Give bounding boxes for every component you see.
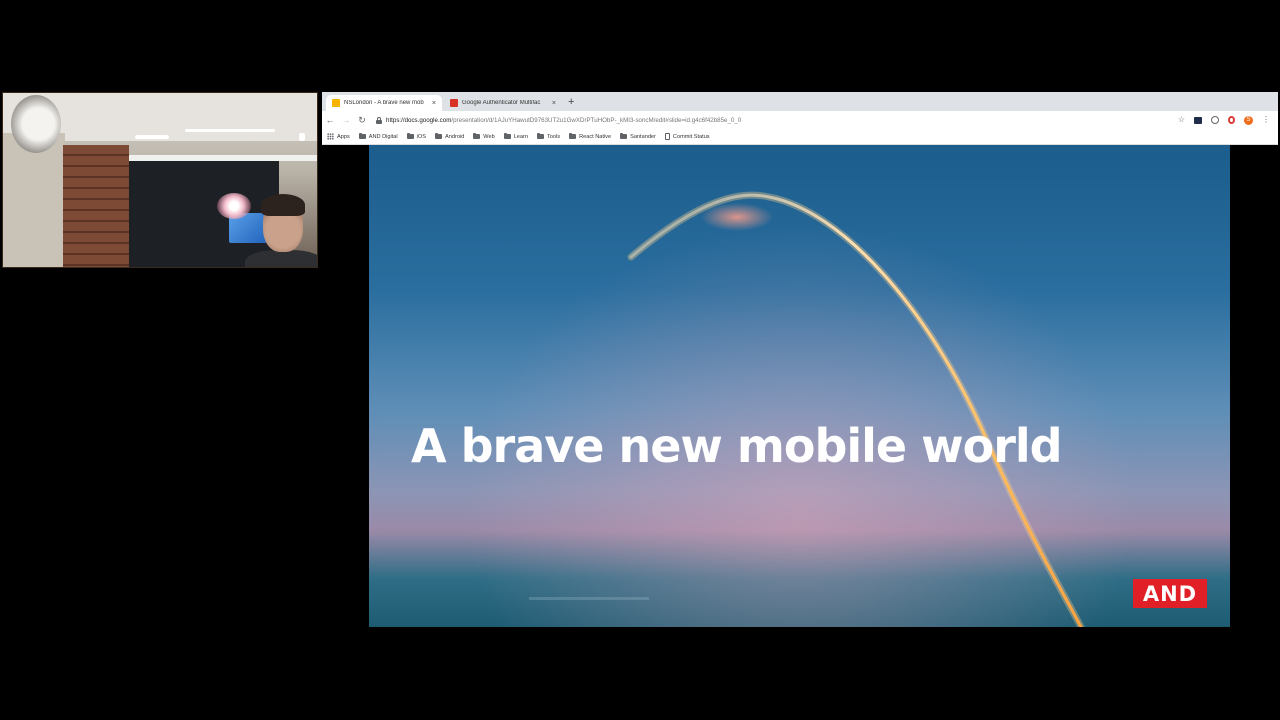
bookmark-label: iOS	[416, 133, 426, 140]
document-icon	[664, 133, 670, 140]
bookmark-apps[interactable]: Apps	[327, 133, 350, 140]
folder-icon	[620, 133, 628, 139]
reload-icon[interactable]: ↻	[354, 115, 370, 126]
presenter-body	[245, 250, 317, 267]
bookmark-commit-status[interactable]: Commit Status	[664, 133, 710, 140]
bookmark-star-icon[interactable]: ☆	[1178, 116, 1185, 124]
browser-window: NSLondon - A brave new mob × Google Auth…	[322, 92, 1278, 627]
close-tab-icon[interactable]: ×	[432, 100, 436, 107]
cloud-streak	[529, 597, 649, 600]
tab-nslondon[interactable]: NSLondon - A brave new mob ×	[326, 95, 442, 111]
slide-title: A brave new mobile world	[411, 419, 1063, 473]
webcam-ceiling-light	[185, 129, 275, 132]
folder-icon	[537, 133, 544, 139]
bookmark-tools[interactable]: Tools	[537, 133, 561, 140]
trail-glow	[627, 191, 1085, 627]
address-bar[interactable]: https://docs.google.com/presentation/d/1…	[376, 113, 1156, 127]
browser-toolbar: ← → ↻ https://docs.google.com/presentati…	[322, 111, 1278, 129]
bookmark-label: Commit Status	[672, 133, 710, 140]
bookmark-ios[interactable]: iOS	[406, 133, 426, 140]
forward-arrow-icon[interactable]: →	[338, 115, 354, 125]
webcam-wall	[3, 133, 65, 267]
tab-bar: NSLondon - A brave new mob × Google Auth…	[322, 92, 1278, 111]
tab-title: NSLondon - A brave new mob	[344, 100, 424, 106]
webcam-pendant-lamp	[217, 193, 251, 219]
opera-extension-icon[interactable]	[1228, 116, 1235, 124]
folder-icon	[406, 133, 414, 139]
folder-icon	[473, 133, 481, 139]
presentation-slide: A brave new mobile world AND	[369, 145, 1230, 627]
extension-icon[interactable]	[1194, 116, 1202, 124]
profile-avatar[interactable]: S	[1244, 115, 1253, 125]
back-arrow-icon[interactable]: ←	[322, 115, 338, 125]
bookmark-label: Web	[483, 133, 495, 140]
webcam-ceiling-fan	[11, 95, 61, 153]
close-tab-icon[interactable]: ×	[552, 100, 556, 107]
tab-title: Google Authenticator Multifac	[462, 100, 541, 106]
apps-grid-icon	[327, 133, 334, 140]
slides-favicon-icon	[332, 99, 340, 107]
bookmark-label: React Native	[579, 133, 612, 140]
folder-icon	[569, 133, 577, 139]
webcam-ceiling-light	[299, 133, 305, 141]
authenticator-favicon-icon	[450, 99, 458, 107]
bookmark-label: Apps	[337, 133, 350, 140]
menu-dots-icon[interactable]: ⋮	[1262, 116, 1270, 124]
extension-circle-icon[interactable]	[1211, 116, 1219, 124]
bookmark-web[interactable]: Web	[473, 133, 495, 140]
bookmarks-bar: Apps AND Digital iOS Android Web Learn T…	[322, 129, 1278, 145]
bookmark-label: Android	[445, 133, 465, 140]
bookmark-label: Tools	[547, 133, 561, 140]
toolbar-actions: ☆ S ⋮	[1178, 115, 1278, 125]
bookmark-label: Learn	[513, 133, 528, 140]
bookmark-android[interactable]: Android	[435, 133, 465, 140]
and-digital-logo: AND	[1133, 579, 1207, 608]
webcam-brick-wall	[63, 145, 129, 267]
tab-google-authenticator[interactable]: Google Authenticator Multifac ×	[444, 95, 562, 111]
url-text: https://docs.google.com/presentation/d/1…	[386, 117, 741, 124]
presenter-hair	[261, 194, 305, 216]
new-tab-button[interactable]: +	[568, 95, 574, 109]
webcam-presenter	[245, 194, 317, 267]
folder-icon	[358, 133, 366, 139]
bookmark-react-native[interactable]: React Native	[569, 133, 612, 140]
bookmark-label: AND Digital	[368, 133, 398, 140]
webcam-video	[2, 92, 318, 268]
url-path: /presentation/d/1AJuYHawutD9763UT2u1GwXD…	[451, 116, 742, 124]
rocket-launch-trail	[529, 191, 1085, 627]
bookmark-learn[interactable]: Learn	[503, 133, 528, 140]
webcam-ceiling-light	[135, 135, 169, 139]
folder-icon	[503, 133, 511, 139]
folder-icon	[435, 133, 442, 139]
bookmark-label: Santander	[630, 133, 656, 140]
bookmark-santander[interactable]: Santander	[620, 133, 656, 140]
bookmark-and-digital[interactable]: AND Digital	[358, 133, 398, 140]
trail-arc	[629, 193, 1083, 627]
url-host: https://docs.google.com	[386, 116, 452, 124]
lock-icon	[376, 116, 382, 124]
